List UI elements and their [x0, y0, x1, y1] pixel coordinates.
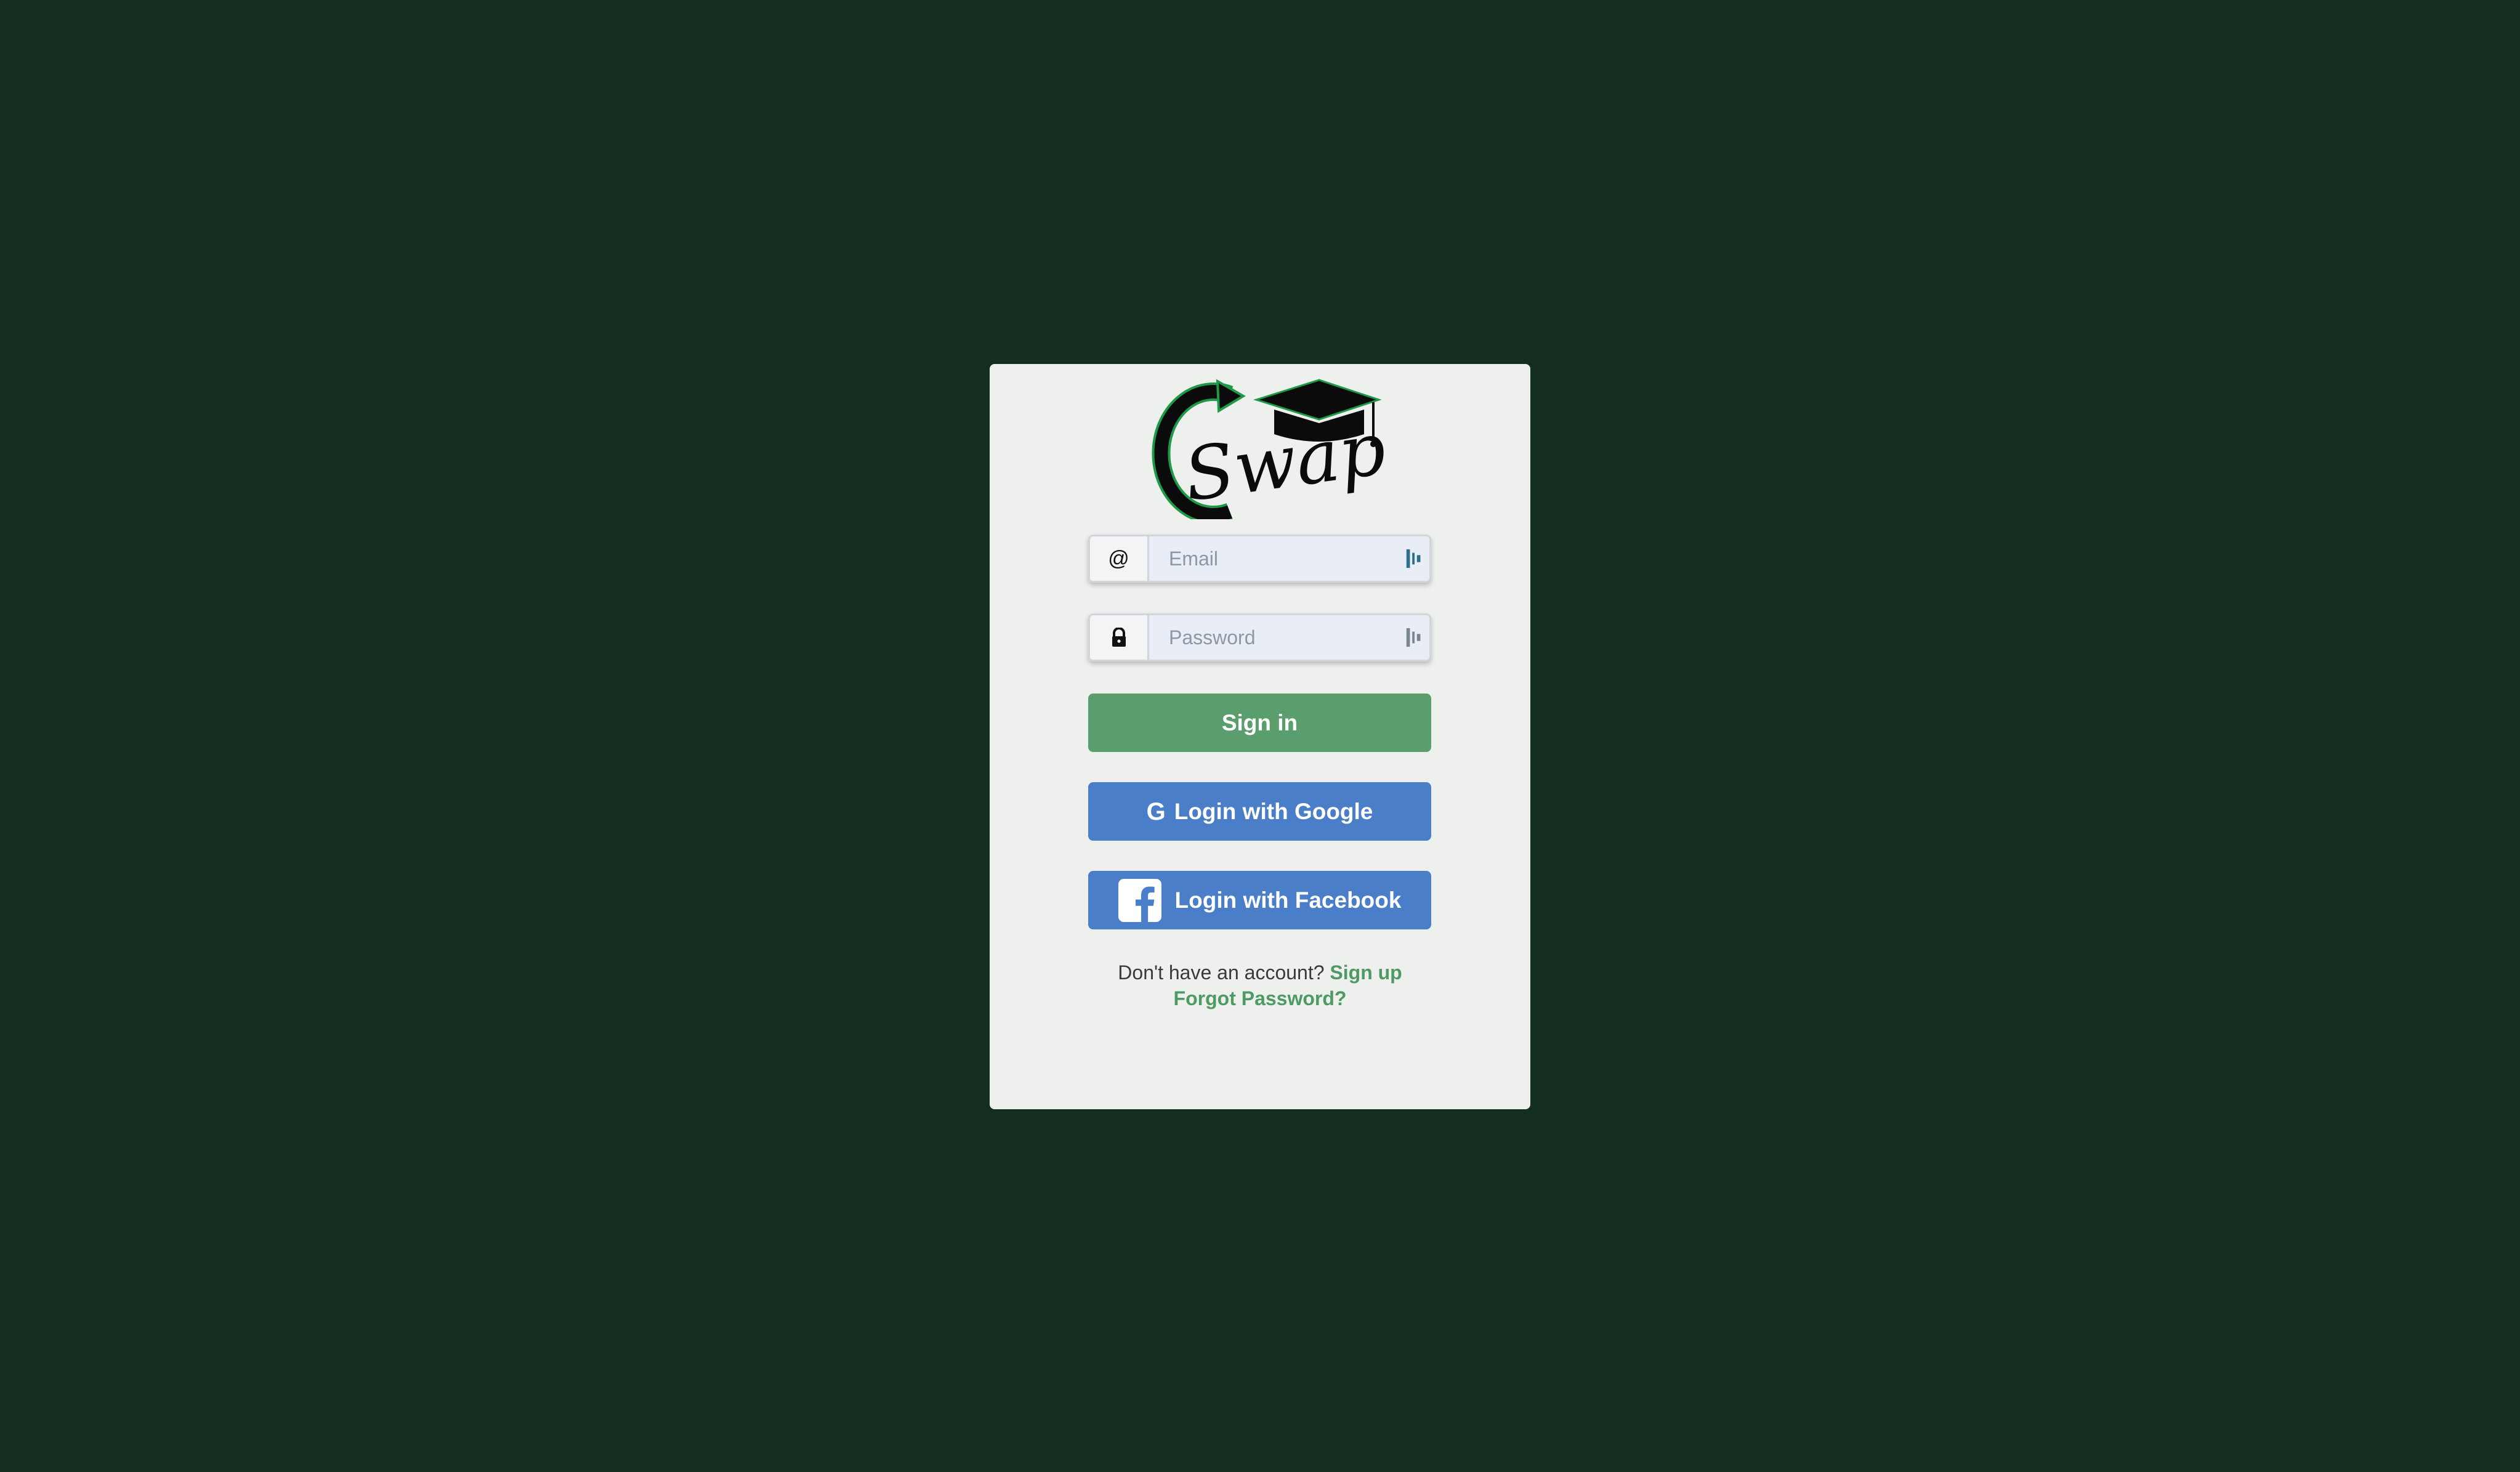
- swap-logo: Swap: [1152, 379, 1390, 519]
- sign-in-button[interactable]: Sign in: [1088, 694, 1431, 752]
- signup-prompt: Don't have an account? Sign up: [990, 961, 1530, 984]
- sign-in-label: Sign in: [1221, 710, 1298, 735]
- no-account-text: Don't have an account?: [1118, 961, 1325, 984]
- login-card: Swap @ Email Sign in G Login with Google…: [990, 364, 1530, 1109]
- sign-up-link[interactable]: Sign up: [1330, 961, 1402, 984]
- google-login-label: Login with Google: [1174, 798, 1373, 824]
- email-input-group: @: [1088, 535, 1431, 583]
- email-field-wrap: [1149, 536, 1429, 581]
- password-input[interactable]: [1149, 615, 1429, 660]
- google-login-button[interactable]: G Login with Google: [1088, 782, 1431, 841]
- logo-text: Swap: [1179, 405, 1390, 517]
- facebook-icon: [1118, 878, 1161, 922]
- lock-icon: [1090, 615, 1149, 660]
- email-input[interactable]: [1149, 536, 1429, 581]
- password-manager-icon[interactable]: [1406, 627, 1423, 648]
- password-input-group: [1088, 613, 1431, 661]
- google-icon: G: [1146, 798, 1166, 825]
- password-manager-icon[interactable]: [1406, 548, 1423, 569]
- forgot-password-row: Forgot Password?: [990, 987, 1530, 1010]
- at-icon: @: [1090, 536, 1149, 581]
- password-field-wrap: [1149, 615, 1429, 660]
- forgot-password-link[interactable]: Forgot Password?: [1174, 987, 1347, 1009]
- facebook-login-button[interactable]: Login with Facebook: [1088, 871, 1431, 929]
- facebook-login-label: Login with Facebook: [1174, 887, 1402, 913]
